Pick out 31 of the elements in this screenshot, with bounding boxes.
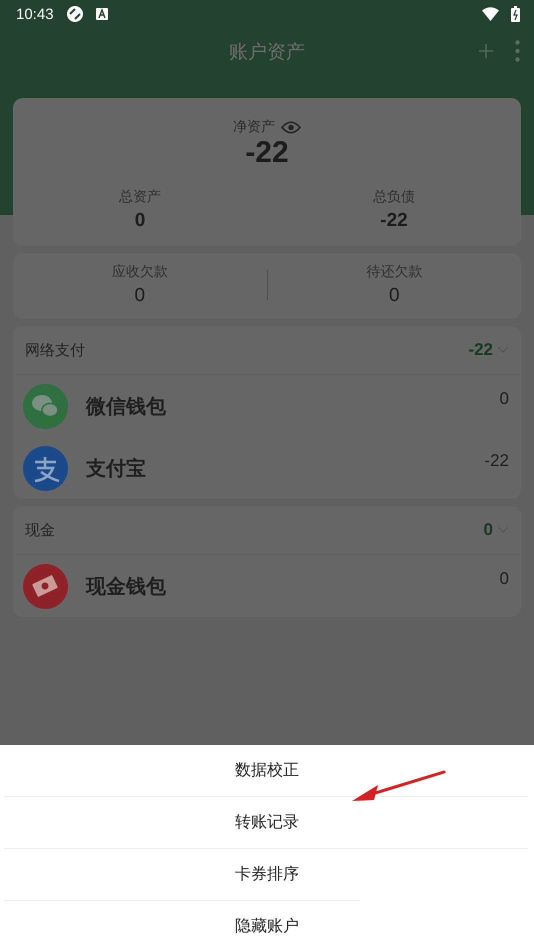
debt-value: 0 <box>388 285 400 307</box>
account-balance: 0 <box>500 569 509 589</box>
group-name: 网络支付 <box>25 340 86 360</box>
group-name: 现金 <box>25 520 56 540</box>
debt-label: 应收欠款 <box>112 263 168 281</box>
stat-value: 0 <box>134 210 146 232</box>
banknote-icon <box>23 564 68 608</box>
account-balance: -22 <box>484 451 509 471</box>
debt-value: 0 <box>134 285 146 307</box>
status-time: 10:43 <box>16 6 54 22</box>
stat-value: -22 <box>380 210 408 232</box>
group-total: 0 <box>484 520 493 540</box>
eye-icon[interactable] <box>281 120 301 134</box>
more-icon[interactable] <box>515 40 520 62</box>
stat-label: 总负债 <box>373 188 415 206</box>
account-name: 支付宝 <box>86 454 147 482</box>
group-total: -22 <box>468 340 493 360</box>
debt-label: 待还欠款 <box>366 263 422 281</box>
stat-label: 总资产 <box>119 188 161 206</box>
page-title: 账户资产 <box>229 40 305 65</box>
plus-icon[interactable] <box>479 44 493 58</box>
keyboard-icon <box>96 8 108 20</box>
battery-icon <box>511 6 520 22</box>
payment-logo-icon <box>23 446 68 490</box>
chat-bubbles-icon <box>23 384 68 428</box>
account-balance: 0 <box>500 389 509 409</box>
net-assets-label: 净资产 <box>233 118 275 136</box>
wifi-icon <box>482 7 499 21</box>
account-name: 微信钱包 <box>86 392 167 420</box>
net-assets-value: -22 <box>245 136 289 170</box>
account-name: 现金钱包 <box>86 572 167 600</box>
